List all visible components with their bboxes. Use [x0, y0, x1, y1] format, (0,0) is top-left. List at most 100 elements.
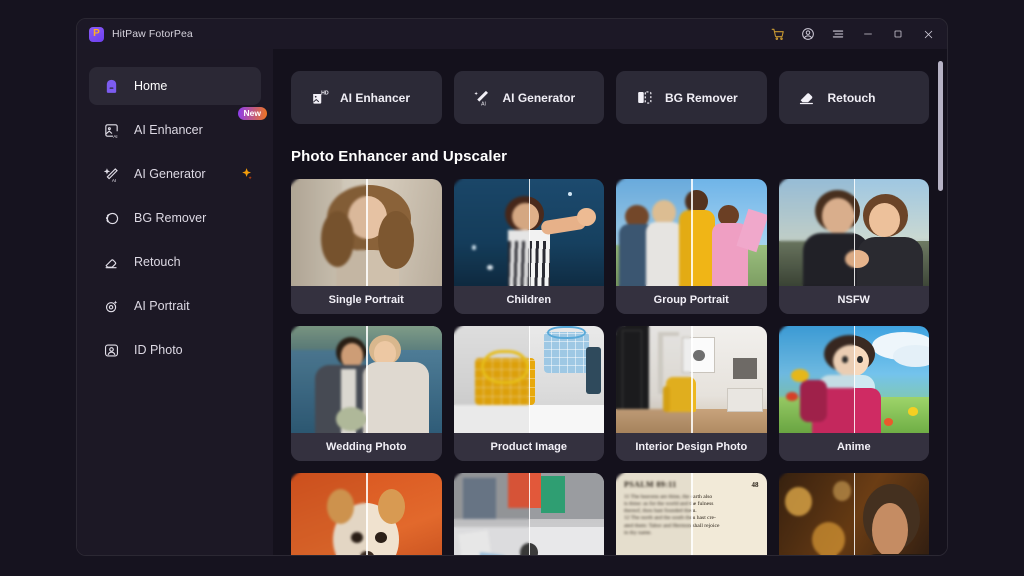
quick-action-label: AI Enhancer — [340, 90, 411, 105]
template-thumbnail — [291, 473, 442, 555]
sidebar-item-label: ID Photo — [134, 343, 183, 357]
template-label: Single Portrait — [291, 286, 442, 314]
sidebar-item-ai-portrait[interactable]: AI Portrait — [89, 287, 261, 325]
sidebar-item-label: Home — [134, 79, 168, 93]
title-bar: P HitPaw FotorPea — [77, 19, 947, 49]
compare-divider — [853, 326, 856, 433]
ai-enhancer-icon: AI — [101, 120, 121, 140]
template-card[interactable]: Children — [453, 179, 604, 314]
sidebar-item-label: AI Portrait — [134, 299, 190, 313]
template-label: NSFW — [778, 286, 929, 314]
template-thumbnail — [616, 326, 767, 433]
ai-portrait-icon — [101, 296, 121, 316]
svg-text:AI: AI — [111, 178, 115, 183]
svg-text:AI: AI — [481, 102, 486, 107]
svg-text:HD: HD — [321, 90, 329, 96]
template-label: Product Image — [453, 433, 604, 461]
template-card[interactable]: NSFW — [778, 179, 929, 314]
account-icon[interactable] — [793, 21, 823, 47]
template-thumbnail — [778, 179, 929, 286]
template-thumbnail: PSALM 89:11 48 11 The heavens are thine,… — [616, 473, 767, 555]
before-blur-overlay — [616, 179, 692, 286]
template-card[interactable] — [778, 473, 929, 555]
compare-divider — [691, 179, 693, 286]
before-blur-overlay — [453, 179, 529, 286]
before-blur-overlay — [616, 326, 692, 433]
template-card[interactable]: Group Portrait — [616, 179, 767, 314]
sidebar-item-retouch[interactable]: Retouch — [89, 243, 261, 281]
sidebar-item-id-photo[interactable]: ID Photo — [89, 331, 261, 369]
sidebar-item-ai-generator[interactable]: AI AI Generator — [89, 155, 261, 193]
sidebar-item-label: AI Generator — [134, 167, 206, 181]
before-blur-overlay — [291, 179, 367, 286]
template-card[interactable]: Product Image — [453, 326, 604, 461]
app-title: HitPaw FotorPea — [112, 28, 193, 40]
sidebar-item-label: Retouch — [134, 255, 181, 269]
template-label: Interior Design Photo — [616, 433, 767, 461]
scrollbar-thumb[interactable] — [938, 61, 943, 191]
compare-divider — [853, 473, 856, 555]
compare-divider — [691, 326, 693, 433]
before-blur-overlay — [291, 473, 367, 555]
scrollbar-track[interactable] — [938, 57, 943, 551]
template-thumbnail: IDEA — [453, 473, 604, 555]
template-label: Wedding Photo — [291, 433, 442, 461]
window-body: Home AI AI Enhancer New AI AI Generator … — [77, 49, 947, 555]
hd-image-icon: HD — [309, 88, 329, 108]
sparkle-icon — [239, 167, 253, 181]
cart-icon[interactable] — [763, 21, 793, 47]
quick-action-ai-enhancer[interactable]: HD AI Enhancer — [291, 71, 442, 124]
compare-divider — [528, 326, 531, 433]
template-card[interactable]: Anime — [778, 326, 929, 461]
before-blur-overlay — [616, 473, 692, 555]
quick-action-bg-remover[interactable]: BG Remover — [616, 71, 767, 124]
quick-action-label: AI Generator — [502, 90, 576, 105]
app-window: P HitPaw FotorPea Home AI AI Enhancer Ne… — [76, 18, 948, 556]
quick-action-ai-generator[interactable]: AI AI Generator — [453, 71, 604, 124]
template-card[interactable]: Single Portrait — [291, 179, 442, 314]
before-blur-overlay — [453, 473, 529, 555]
template-thumbnail — [616, 179, 767, 286]
home-icon — [101, 76, 121, 96]
maximize-button[interactable] — [883, 21, 913, 47]
sidebar: Home AI AI Enhancer New AI AI Generator … — [77, 49, 273, 555]
before-blur-overlay — [778, 179, 854, 286]
eraser-icon — [797, 88, 817, 108]
compare-divider — [366, 326, 368, 433]
page-title: Photo Enhancer and Upscaler — [291, 148, 508, 165]
before-blur-overlay — [778, 326, 854, 433]
sidebar-item-bg-remover[interactable]: BG Remover — [89, 199, 261, 237]
compare-divider — [366, 179, 368, 286]
app-logo-letter: P — [93, 28, 100, 39]
template-label: Anime — [778, 433, 929, 461]
compare-divider — [366, 473, 368, 555]
template-thumbnail — [453, 326, 604, 433]
menu-icon[interactable] — [823, 21, 853, 47]
quick-action-retouch[interactable]: Retouch — [778, 71, 929, 124]
new-badge: New — [237, 107, 267, 120]
template-thumbnail — [778, 473, 929, 555]
template-card[interactable]: IDEA — [453, 473, 604, 555]
template-thumbnail — [778, 326, 929, 433]
sidebar-item-home[interactable]: Home — [89, 67, 261, 105]
magic-wand-ai-icon: AI — [472, 88, 492, 108]
template-card[interactable]: Interior Design Photo — [616, 326, 767, 461]
template-card[interactable]: PSALM 89:11 48 11 The heavens are thine,… — [616, 473, 767, 555]
app-logo-icon: P — [89, 26, 104, 42]
ai-generator-icon: AI — [101, 164, 121, 184]
template-thumbnail — [291, 326, 442, 433]
template-label: Children — [453, 286, 604, 314]
id-photo-icon — [101, 340, 121, 360]
compare-divider — [691, 473, 693, 555]
minimize-button[interactable] — [853, 21, 883, 47]
close-button[interactable] — [913, 21, 943, 47]
sidebar-item-label: AI Enhancer — [134, 123, 203, 137]
before-blur-overlay — [453, 326, 529, 433]
before-blur-overlay — [778, 473, 854, 555]
sidebar-item-ai-enhancer[interactable]: AI AI Enhancer New — [89, 107, 267, 149]
quick-actions-row: HD AI Enhancer AI AI Generator BG Remove… — [291, 71, 929, 124]
template-card[interactable] — [291, 473, 442, 555]
quick-action-label: Retouch — [827, 90, 876, 105]
bg-remover-icon — [101, 208, 121, 228]
template-card[interactable]: Wedding Photo — [291, 326, 442, 461]
